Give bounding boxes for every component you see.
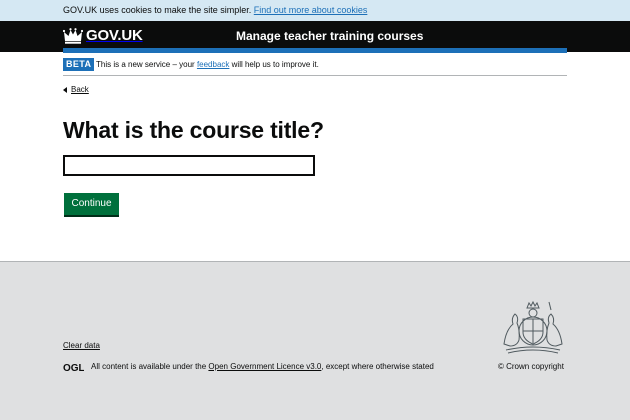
govuk-logo-link[interactable]: GOV.UK — [63, 27, 143, 45]
open-government-licence-link[interactable]: Open Government Licence v3.0 — [208, 362, 321, 371]
service-name-link[interactable]: Manage teacher training courses — [236, 28, 423, 44]
royal-coat-of-arms-icon — [503, 300, 563, 354]
phase-banner: BETA This is a new service – your feedba… — [63, 56, 567, 76]
phase-text-before: This is a new service – your — [96, 60, 195, 69]
cookie-info-link[interactable]: Find out more about cookies — [254, 5, 368, 15]
phase-text-after: will help us to improve it. — [231, 60, 319, 69]
svg-text:OGL: OGL — [63, 363, 84, 372]
crown-copyright-link[interactable]: © Crown copyright — [498, 362, 564, 372]
header-blue-rule — [63, 48, 567, 53]
cookie-text: GOV.UK uses cookies to make the site sim… — [63, 5, 252, 15]
phase-message: This is a new service – your feedback wi… — [96, 60, 319, 70]
back-link[interactable]: Back — [63, 84, 89, 95]
back-link-label: Back — [71, 84, 89, 94]
continue-button[interactable]: Continue — [64, 193, 119, 215]
licence-statement: All content is available under the Open … — [91, 362, 434, 372]
licence-text-before: All content is available under the — [91, 362, 207, 371]
cookie-banner: GOV.UK uses cookies to make the site sim… — [0, 0, 630, 21]
phase-tag: BETA — [63, 58, 95, 71]
feedback-link[interactable]: feedback — [197, 60, 229, 69]
page-title: What is the course title? — [63, 117, 324, 143]
site-footer: Clear data OGL All content is available … — [0, 261, 630, 420]
crown-icon — [63, 28, 83, 44]
logo-text: GOV.UK — [86, 27, 143, 44]
ogl-logo-icon: OGL — [63, 363, 84, 372]
cookie-message: GOV.UK uses cookies to make the site sim… — [63, 5, 367, 16]
chevron-left-icon — [63, 86, 67, 93]
clear-data-link[interactable]: Clear data — [63, 341, 100, 351]
course-title-input[interactable] — [63, 155, 315, 176]
licence-text-after: , except where otherwise stated — [321, 362, 434, 371]
